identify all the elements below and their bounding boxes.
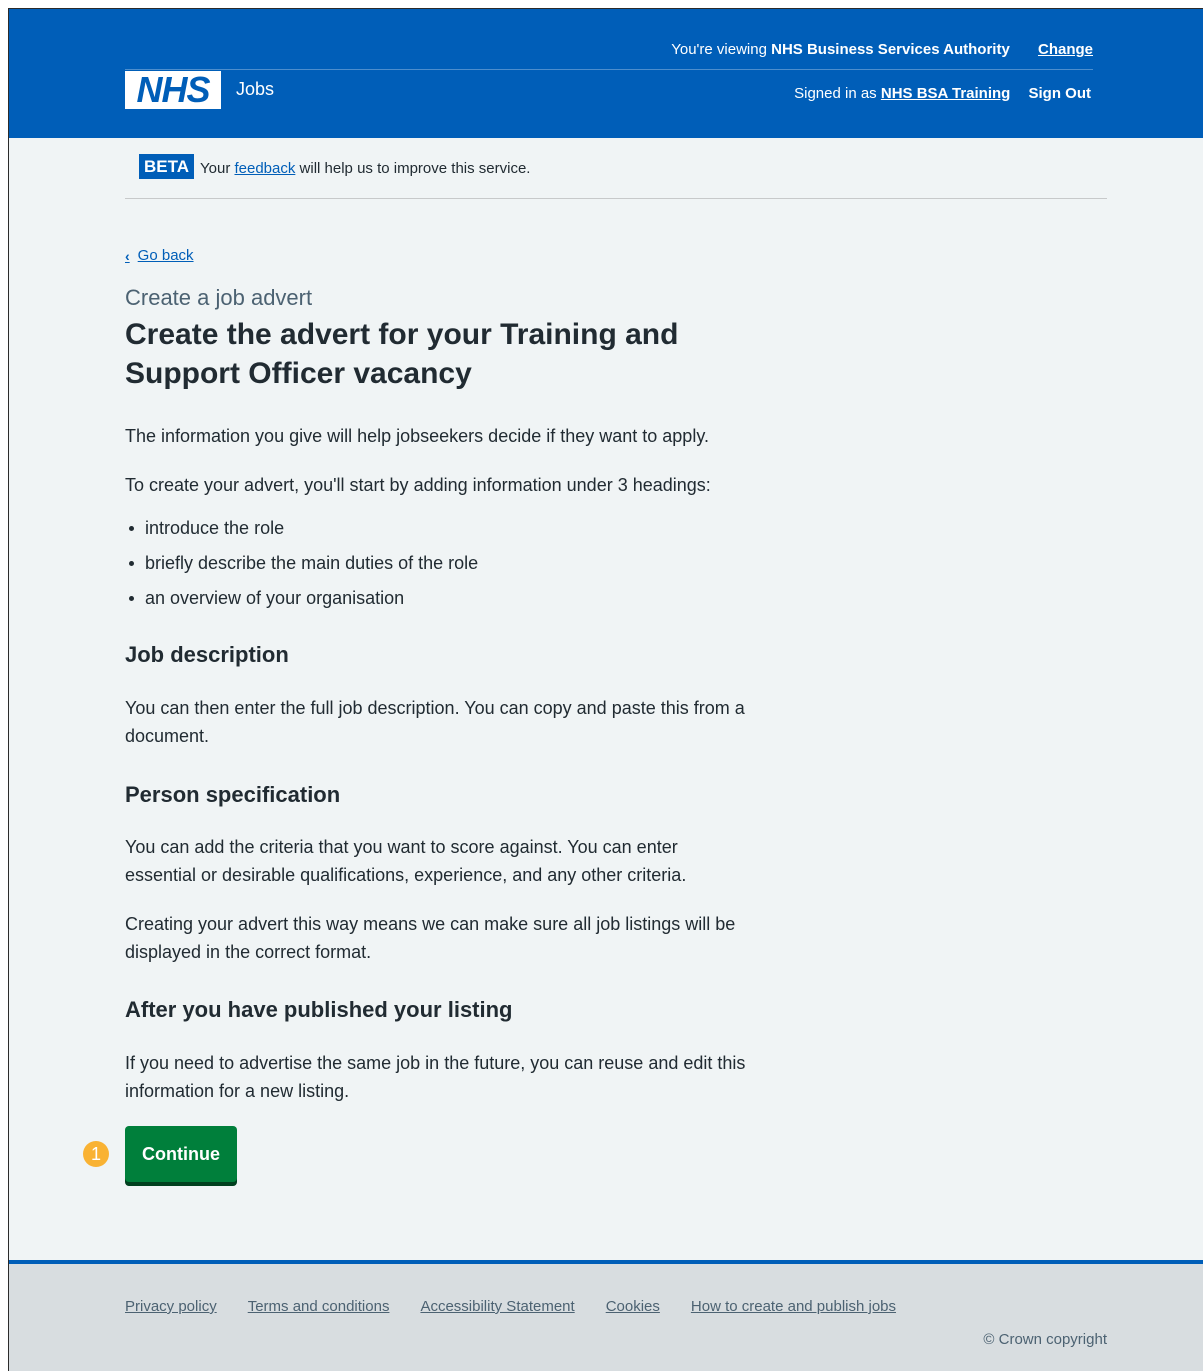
cookies-link[interactable]: Cookies <box>606 1298 660 1315</box>
viewing-prefix: You're viewing <box>671 41 767 58</box>
nhs-logo[interactable]: NHS <box>125 71 221 109</box>
signed-in-prefix: Signed in as <box>794 85 877 102</box>
footer-links: Privacy policy Terms and conditions Acce… <box>125 1298 896 1315</box>
go-back-label: Go back <box>137 247 194 264</box>
signed-in-user-link[interactable]: NHS BSA Training <box>881 85 1010 102</box>
site-footer: Privacy policy Terms and conditions Acce… <box>9 1260 1203 1371</box>
list-item: an overview of your organisation <box>125 584 478 612</box>
person-specification-heading: Person specification <box>125 782 341 807</box>
feedback-link[interactable]: feedback <box>234 160 295 177</box>
service-name[interactable]: Jobs <box>236 79 274 100</box>
job-description-heading: Job description <box>125 642 289 667</box>
headings-list: introduce the role briefly describe the … <box>125 514 478 619</box>
signed-in-status: Signed in as NHS BSA Training Sign Out <box>794 85 1091 102</box>
after-publish-text: If you need to advertise the same job in… <box>125 1053 746 1101</box>
job-description-text: You can then enter the full job descript… <box>125 698 745 746</box>
viewing-org-name: NHS Business Services Authority <box>771 41 1010 58</box>
step-number-badge: 1 <box>83 1141 109 1167</box>
beta-text: Your feedback will help us to improve th… <box>200 160 530 177</box>
person-specification-text: You can add the criteria that you want t… <box>125 837 687 885</box>
continue-button[interactable]: Continue <box>125 1126 237 1182</box>
chevron-left-icon: ‹ <box>125 247 130 264</box>
beta-text-before: Your <box>200 160 231 177</box>
go-back-link[interactable]: ‹ Go back <box>125 247 194 264</box>
terms-link[interactable]: Terms and conditions <box>248 1298 390 1315</box>
after-publish-heading: After you have published your listing <box>125 997 513 1022</box>
viewing-organisation: You're viewing NHS Business Services Aut… <box>671 41 1093 58</box>
beta-text-after: will help us to improve this service. <box>299 160 531 177</box>
format-text: Creating your advert this way means we c… <box>125 914 736 962</box>
site-header: You're viewing NHS Business Services Aut… <box>9 9 1203 138</box>
beta-banner: BETA Your feedback will help us to impro… <box>125 154 1107 199</box>
list-item: introduce the role <box>125 514 478 542</box>
page-title: Create the advert for your Training and … <box>125 318 679 390</box>
nhs-logo-text: NHS <box>136 69 210 110</box>
intro-text: The information you give will help jobse… <box>125 426 709 446</box>
accessibility-statement-link[interactable]: Accessibility Statement <box>420 1298 574 1315</box>
how-to-publish-link[interactable]: How to create and publish jobs <box>691 1298 896 1315</box>
change-organisation-link[interactable]: Change <box>1038 41 1093 58</box>
copyright: © Crown copyright <box>983 1331 1107 1348</box>
page-caption: Create a job advert <box>125 285 313 310</box>
page-frame: You're viewing NHS Business Services Aut… <box>8 8 1203 1371</box>
beta-tag: BETA <box>139 154 195 179</box>
header-divider <box>125 69 1093 70</box>
privacy-policy-link[interactable]: Privacy policy <box>125 1298 217 1315</box>
headings-intro-text: To create your advert, you'll start by a… <box>125 475 711 495</box>
sign-out-link[interactable]: Sign Out <box>1029 85 1092 102</box>
list-item: briefly describe the main duties of the … <box>125 549 478 577</box>
